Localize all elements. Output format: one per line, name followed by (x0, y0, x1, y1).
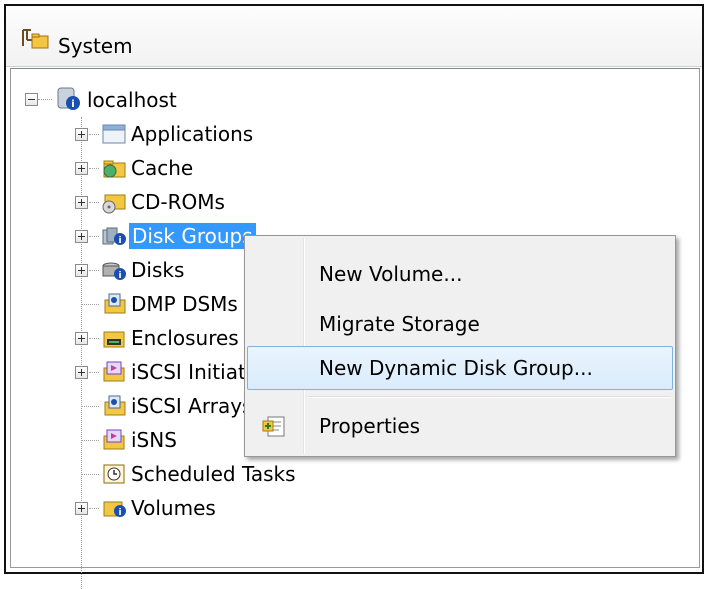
tree-item-isns[interactable]: iSNS (11, 425, 211, 457)
svg-text:i: i (118, 271, 121, 281)
menu-item-new-dynamic-disk-group[interactable]: New Dynamic Disk Group... (247, 346, 673, 390)
tree-guide-line (89, 508, 99, 509)
expand-toggle[interactable] (75, 162, 88, 175)
tree-item-scheduled-tasks[interactable]: Scheduled Tasks (11, 459, 371, 491)
tree-guide-line (89, 372, 99, 373)
tree-item-cd-roms[interactable]: CD-ROMs (11, 187, 271, 219)
expand-toggle[interactable] (75, 264, 88, 277)
menu-item-label: Properties (319, 414, 421, 438)
tree-item-enclosures[interactable]: Enclosures (11, 323, 251, 355)
tree-guide-line (81, 474, 99, 475)
server-info-icon: i (57, 87, 80, 110)
iscsi-array-icon (104, 395, 126, 416)
tree-item-cache[interactable]: Cache (11, 153, 251, 185)
scheduled-tasks-clock-icon (103, 464, 125, 484)
system-tree-icon (22, 29, 49, 49)
svg-text:i: i (118, 236, 121, 246)
tree-item-volumes[interactable]: i Volumes (11, 493, 251, 525)
cache-folder-icon (103, 160, 126, 178)
svg-text:i: i (71, 99, 74, 110)
tree-item-label: CD-ROMs (131, 190, 225, 214)
tree-item-label: Applications (131, 122, 254, 146)
tree-item-label: DMP DSMs (131, 292, 238, 316)
context-menu[interactable]: New Volume... Migrate Storage New Dynami… (244, 235, 676, 457)
menu-item-migrate-storage[interactable]: Migrate Storage (247, 302, 673, 346)
disk-group-info-icon: i (102, 227, 126, 246)
menu-item-label: New Volume... (319, 262, 463, 286)
tree-guide-line (81, 440, 99, 441)
tree-item-label: iSNS (131, 428, 177, 452)
tree-item-applications[interactable]: Applications (11, 119, 331, 151)
menu-item-label: Migrate Storage (319, 312, 480, 336)
tree-item-label: Disks (131, 258, 185, 282)
expand-toggle[interactable] (75, 128, 88, 141)
enclosure-icon (103, 331, 125, 348)
tree-guide-line (81, 406, 99, 407)
tree-item-label: iSCSI Arrays (131, 394, 253, 418)
iscsi-initiator-icon (103, 361, 125, 382)
title-bar: System (6, 6, 702, 67)
menu-item-properties[interactable]: Properties (247, 404, 673, 448)
tree-item-disks[interactable]: i Disks (11, 255, 251, 287)
tree-item-dmp-dsms[interactable]: DMP DSMs (11, 289, 251, 321)
tree-root-localhost[interactable]: i localhost (11, 85, 311, 117)
volumes-info-icon: i (103, 501, 126, 518)
tree-item-label: localhost (87, 88, 177, 112)
svg-text:i: i (118, 508, 121, 518)
dmp-dsm-icon (104, 293, 126, 314)
tree-item-label: Volumes (131, 496, 216, 520)
tree-item-label-selected: Disk Groups (129, 223, 256, 249)
tree-guide-line (81, 304, 99, 305)
menu-separator (307, 396, 671, 398)
tree-guide-line (89, 270, 99, 271)
applications-window-icon (102, 124, 126, 144)
tree-item-iscsi-arrays[interactable]: iSCSI Arrays (11, 391, 253, 423)
expand-toggle[interactable] (75, 332, 88, 345)
properties-icon (262, 416, 285, 437)
expand-toggle[interactable] (75, 502, 88, 515)
cdrom-folder-icon (102, 194, 126, 214)
tree-item-iscsi-initiators[interactable]: iSCSI Initiators (11, 357, 277, 389)
disks-info-icon: i (102, 262, 126, 281)
menu-item-new-volume[interactable]: New Volume... (247, 252, 673, 296)
isns-icon (103, 429, 125, 450)
expand-toggle[interactable] (75, 196, 88, 209)
tree-item-label: Enclosures (131, 326, 239, 350)
tree-guide-line (89, 338, 99, 339)
tree-guide-line (89, 168, 99, 169)
expand-toggle[interactable] (75, 230, 88, 243)
collapse-toggle[interactable] (25, 93, 38, 106)
expand-toggle[interactable] (75, 366, 88, 379)
tree-item-label: Cache (131, 156, 194, 180)
tree-item-label: Scheduled Tasks (131, 462, 296, 486)
menu-item-label: New Dynamic Disk Group... (319, 356, 593, 380)
window-title: System (58, 34, 133, 58)
tree-guide-line (89, 236, 99, 237)
tree-guide-line (89, 202, 99, 203)
tree-guide-line (89, 134, 99, 135)
